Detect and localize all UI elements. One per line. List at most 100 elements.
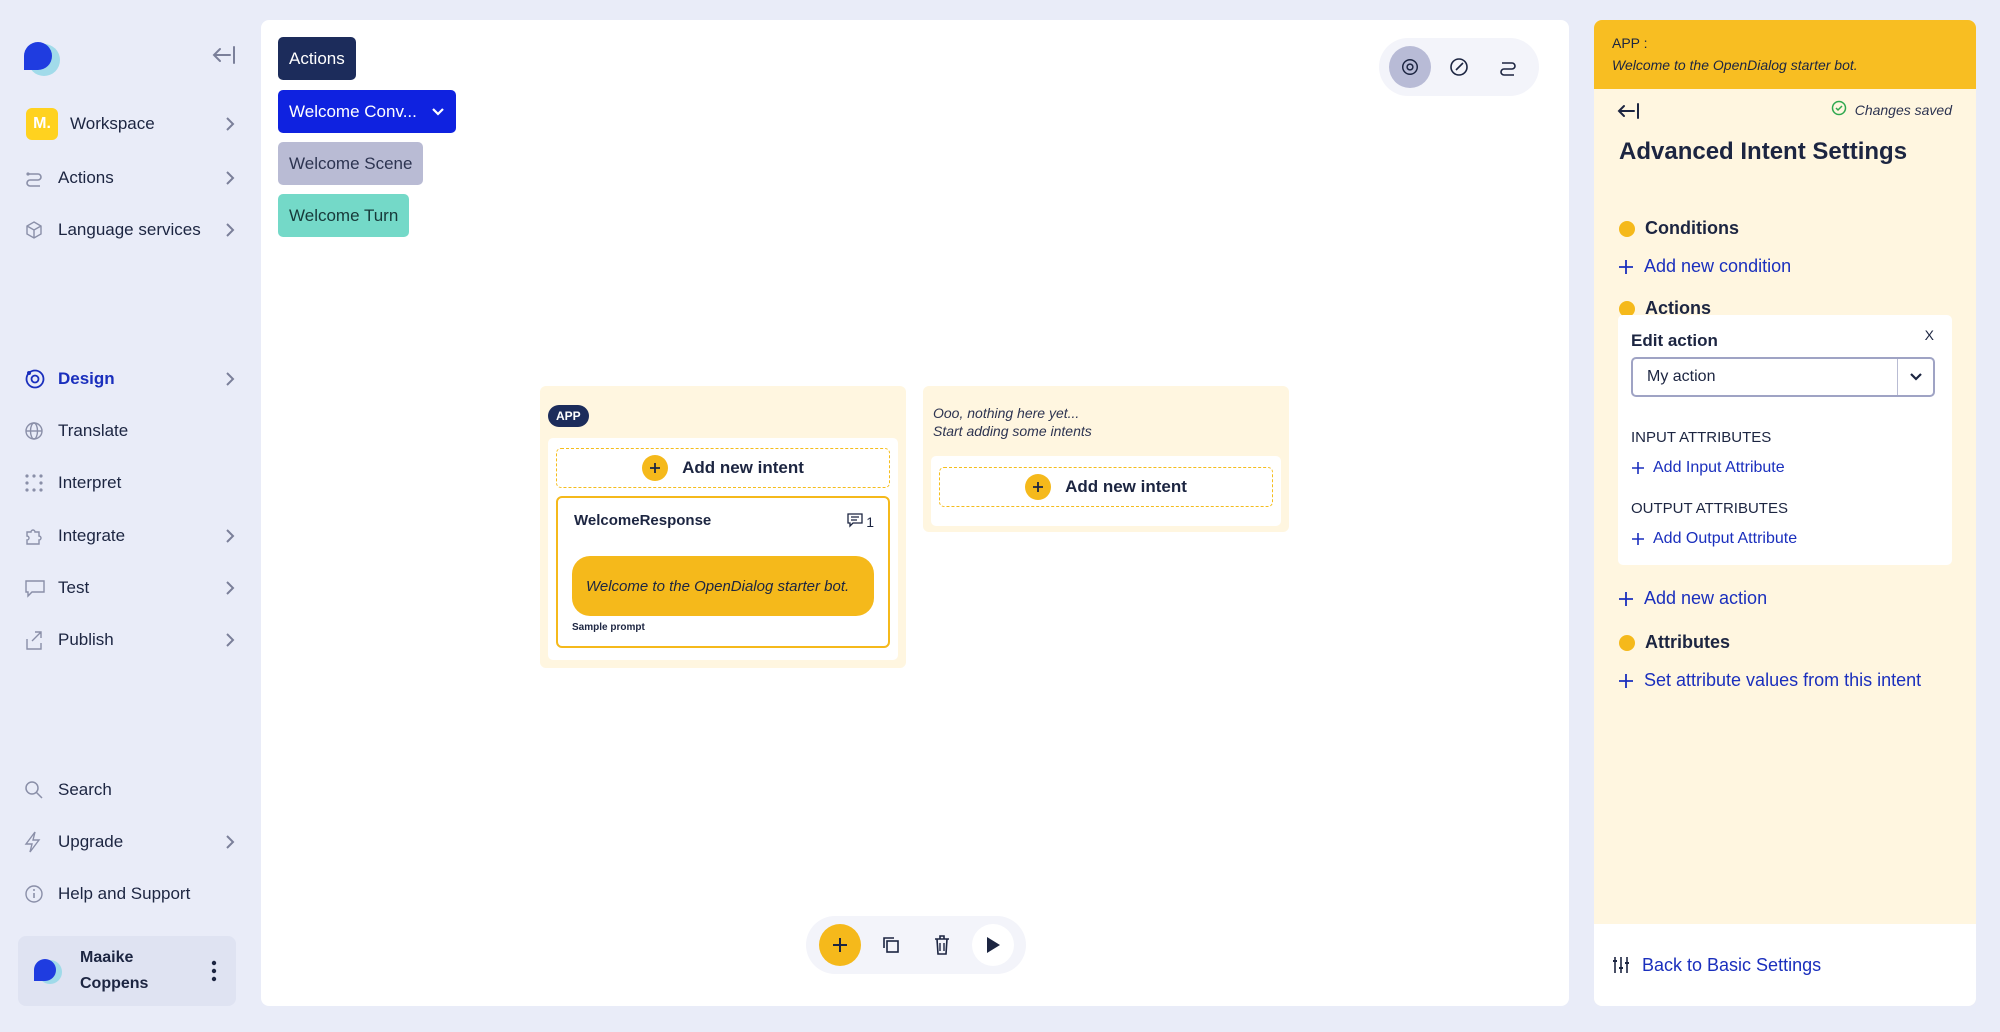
intent-card[interactable]: WelcomeResponse 1 Welcome to the OpenDia… [556,496,890,648]
section-label: Conditions [1645,218,1739,238]
set-attributes-label: Set attribute values from this intent [1644,670,1922,690]
collapse-sidebar-icon[interactable] [208,40,238,70]
close-button[interactable]: X [1925,327,1934,343]
chevron-right-icon [220,834,240,850]
sidebar-item-help[interactable]: Help and Support [24,874,240,914]
message-bubble: Welcome to the OpenDialog starter bot. [572,556,874,616]
add-output-attribute-button[interactable]: Add Output Attribute [1631,530,1797,548]
sidebar-item-label: Upgrade [58,832,124,851]
intent-settings-panel: APP : Welcome to the OpenDialog starter … [1594,20,1976,1006]
section-dot [1619,634,1635,651]
breadcrumb-actions[interactable]: Actions [278,37,356,80]
intent-name: WelcomeResponse [574,512,712,529]
sidebar-item-test[interactable]: Test [24,568,240,608]
section-label: Attributes [1645,632,1730,652]
sidebar-item-label: Design [58,369,115,388]
sidebar-item-label: Interpret [58,473,122,492]
chevron-right-icon [220,371,240,387]
chevron-right-icon [220,580,240,596]
sidebar-item-interpret[interactable]: Interpret [24,463,240,503]
duplicate-icon[interactable] [870,924,912,966]
compose-icon[interactable] [1438,46,1480,88]
message-count-value: 1 [866,513,874,530]
play-icon[interactable] [971,924,1014,966]
breadcrumb-label: Welcome Turn [289,205,399,225]
section-dot [1619,220,1635,237]
plus-icon [1631,532,1645,546]
user-card[interactable]: Maaike Coppens [18,936,236,1006]
trash-icon[interactable] [921,924,963,966]
sidebar: M. Workspace Actions Language services D… [0,0,260,1032]
conditions-heading: Conditions [1619,218,1739,239]
canvas-action-bar [806,916,1026,974]
breadcrumb-label: Welcome Conv... [289,101,417,121]
check-circle-icon [1831,100,1847,119]
breadcrumb-turn[interactable]: Welcome Turn [278,194,410,237]
user-last-name: Coppens [80,975,149,992]
save-status-text: Changes saved [1854,101,1952,118]
sidebar-item-label: Integrate [58,526,126,545]
back-to-basic-settings-button[interactable]: Back to Basic Settings [1594,924,1976,1006]
plus-icon [1631,461,1645,475]
more-vertical-icon[interactable] [204,953,224,989]
share-icon [24,628,58,652]
set-attributes-button[interactable]: Set attribute values from this intent [1618,670,1921,691]
user-intents-column: Ooo, nothing here yet... Start adding so… [923,386,1289,532]
add-action-label: Add new action [1644,588,1768,608]
design-icon [24,367,58,391]
sidebar-item-actions[interactable]: Actions [24,158,240,198]
cube-icon [24,218,58,242]
add-icon[interactable] [818,924,861,966]
chevron-down-icon[interactable] [431,102,445,122]
add-action-button[interactable]: Add new action [1618,588,1767,609]
sidebar-item-label: Language services [58,220,201,239]
sidebar-item-label: Translate [58,421,129,440]
user-first-name: Maaike [80,949,134,966]
empty-state-line: Ooo, nothing here yet... [933,405,1080,421]
page-title: Advanced Intent Settings [1619,138,1908,165]
participant-badge: APP [548,405,589,427]
avatar [30,954,64,988]
sidebar-item-design[interactable]: Design [24,359,240,399]
add-new-intent-button[interactable]: Add new intent [939,467,1273,507]
sliders-icon [1612,955,1630,975]
add-condition-button[interactable]: Add new condition [1618,256,1791,277]
sidebar-item-label: Publish [58,630,114,649]
collapse-panel-icon[interactable] [1616,98,1646,124]
breadcrumb-conversation[interactable]: Welcome Conv... [278,90,456,133]
sidebar-item-translate[interactable]: Translate [24,411,240,451]
chevron-right-icon [220,170,240,186]
sidebar-item-workspace[interactable]: M. Workspace [24,104,240,144]
design-view-icon[interactable] [1388,46,1431,88]
actions-icon [24,166,58,190]
action-select[interactable]: My action [1631,357,1935,397]
chat-icon [24,576,58,600]
add-intent-label: Add new intent [1065,477,1187,496]
add-input-attribute-button[interactable]: Add Input Attribute [1631,459,1785,477]
sample-prompt-label: Sample prompt [572,622,645,633]
sidebar-item-publish[interactable]: Publish [24,620,240,660]
chevron-right-icon [220,528,240,544]
message-icon [846,512,864,531]
sidebar-item-label: Workspace [70,114,155,133]
sidebar-item-search[interactable]: Search [24,770,240,810]
sidebar-item-integrate[interactable]: Integrate [24,516,240,556]
add-new-intent-button[interactable]: Add new intent [556,448,890,488]
panel-header: APP : Welcome to the OpenDialog starter … [1594,20,1976,89]
attributes-heading: Attributes [1619,632,1730,653]
chevron-right-icon [220,222,240,238]
empty-state-text: Ooo, nothing here yet... Start adding so… [933,404,1092,440]
opendialog-logo-icon[interactable] [18,36,62,80]
sidebar-item-language-services[interactable]: Language services [24,210,240,250]
globe-icon [24,419,58,443]
sidebar-item-upgrade[interactable]: Upgrade [24,822,240,862]
edit-action-title: Edit action [1631,331,1718,350]
flow-icon[interactable] [1487,46,1529,88]
sidebar-item-label: Test [58,578,90,597]
intent-description: Welcome to the OpenDialog starter bot. [1612,57,1858,73]
lightning-icon [24,830,58,854]
app-intents-column: APP Add new intent WelcomeResponse 1 Wel… [540,386,906,668]
plus-icon [1618,259,1634,275]
breadcrumb-scene[interactable]: Welcome Scene [278,142,424,185]
intent-participant: APP : [1612,35,1648,51]
